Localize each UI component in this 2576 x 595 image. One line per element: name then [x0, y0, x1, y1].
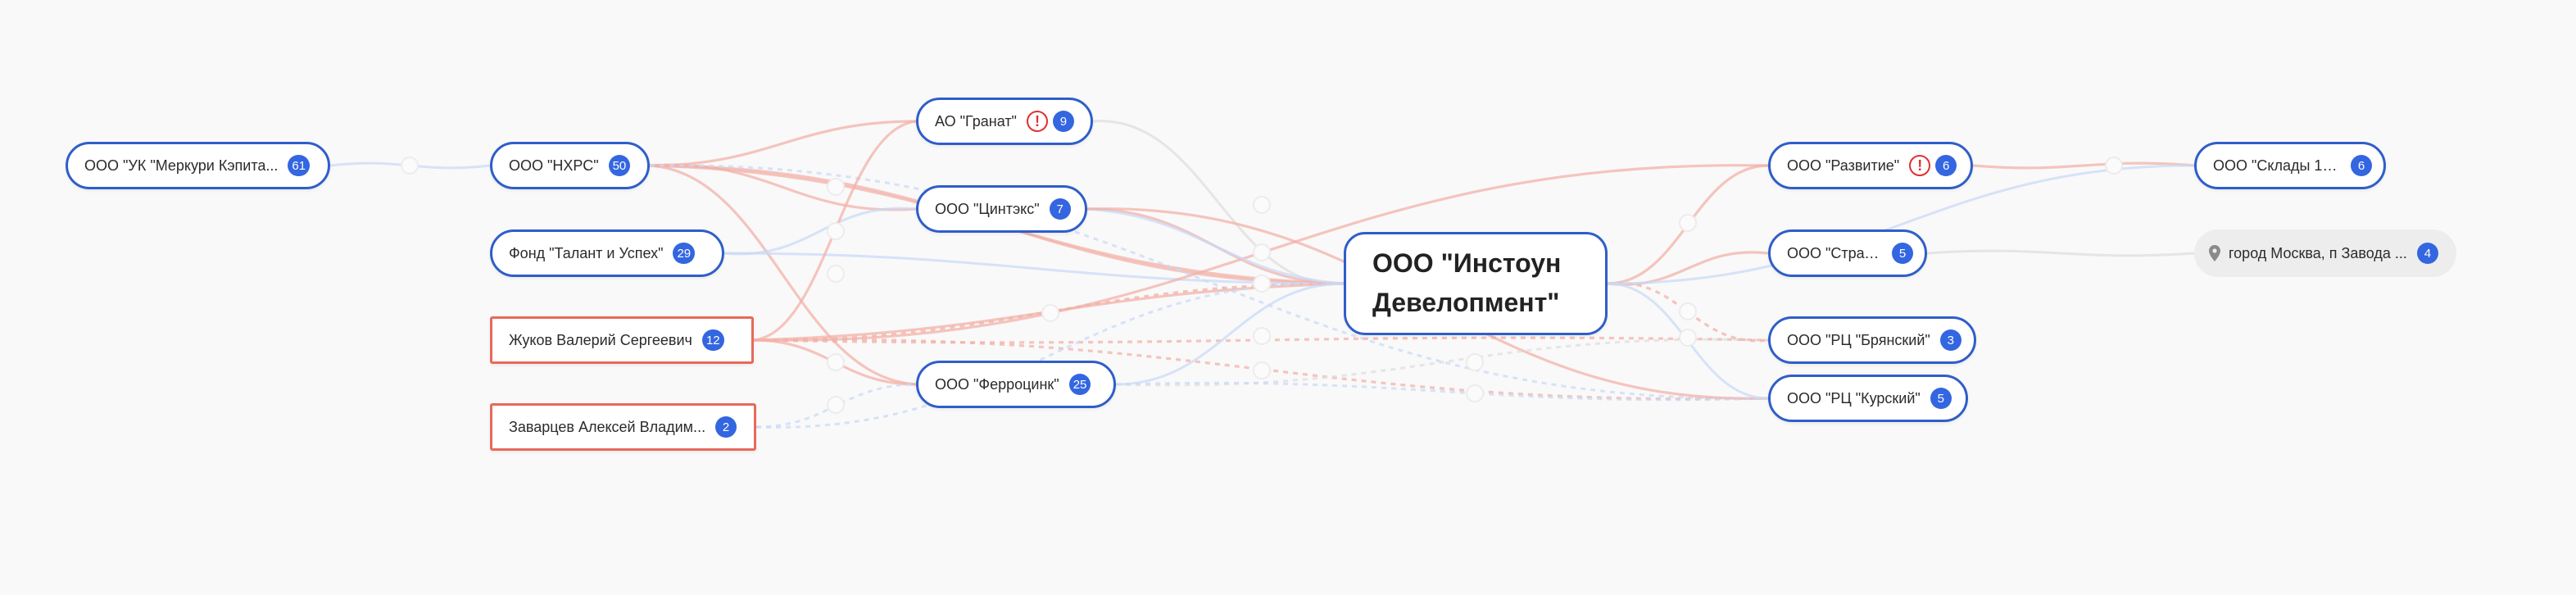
node-center-company[interactable]: ООО "Инстоун Девелопмент"	[1344, 232, 1608, 335]
node-strata[interactable]: ООО "Страта" 5	[1768, 229, 1927, 277]
edge-nhrs-tsintex	[649, 163, 917, 211]
node-address[interactable]: город Москва, п Завода ... 4	[2194, 229, 2456, 277]
edge-connector-icon	[1253, 243, 1271, 261]
count-badge: 5	[1892, 243, 1913, 264]
edge-connector-icon	[827, 353, 845, 371]
node-ferrotsink[interactable]: ООО "Ферроцинк" 25	[916, 361, 1116, 408]
node-label: ООО "Страта"	[1787, 244, 1882, 261]
node-label: ООО "РЦ "Брянский"	[1787, 331, 1930, 348]
edge-connector-icon	[401, 157, 419, 175]
node-granat[interactable]: АО "Гранат" ! 9	[916, 98, 1093, 145]
alert-icon: !	[1909, 155, 1931, 176]
count-badge: 29	[673, 243, 696, 264]
edge-connector-icon	[1679, 329, 1697, 347]
edge-connector-icon	[827, 222, 845, 240]
edge-connector-icon	[1466, 353, 1484, 371]
node-razvitie[interactable]: ООО "Развитие" ! 6	[1768, 142, 1973, 189]
node-fond[interactable]: Фонд "Талант и Успех" 29	[490, 229, 724, 277]
count-badge: 61	[288, 155, 311, 176]
node-sklady[interactable]: ООО "Склады 104" 6	[2194, 142, 2386, 189]
edge-strata-address	[1926, 249, 2195, 257]
node-label: ООО "Развитие"	[1787, 157, 1900, 174]
count-badge: 6	[2351, 155, 2372, 176]
node-label: ООО "Цинтэкс"	[935, 200, 1040, 217]
node-zavartsev[interactable]: Заварцев Алексей Владим... 2	[490, 403, 756, 451]
count-badge: 50	[608, 155, 631, 176]
node-zhukov[interactable]: Жуков Валерий Сергеевич 12	[490, 316, 754, 364]
edge-fond-tsintex	[723, 207, 917, 256]
center-label: ООО "Инстоун Девелопмент"	[1372, 248, 1562, 317]
count-badge: 2	[715, 416, 737, 438]
count-badge: 3	[1939, 329, 1961, 351]
node-label: ООО "РЦ "Курский"	[1787, 389, 1921, 407]
node-label: Фонд "Талант и Успех"	[509, 244, 664, 261]
count-badge: 4	[2416, 243, 2438, 264]
alert-icon: !	[1026, 111, 1048, 132]
node-merkury[interactable]: ООО "УК "Меркури Кэпита... 61	[66, 142, 330, 189]
count-badge: 6	[1935, 155, 1957, 176]
edge-connector-icon	[2105, 157, 2123, 175]
node-label: Жуков Валерий Сергеевич	[509, 331, 692, 348]
count-badge: 7	[1049, 198, 1071, 220]
node-label: ООО "Ферроцинк"	[935, 375, 1059, 393]
node-label: ООО "Склады 104"	[2213, 157, 2341, 174]
node-label: АО "Гранат"	[935, 112, 1017, 129]
edge-nhrs-granat	[649, 120, 917, 167]
edge-connector-icon	[827, 396, 845, 414]
node-label: ООО "УК "Меркури Кэпита...	[84, 157, 279, 174]
node-tsintex[interactable]: ООО "Цинтэкс" 7	[916, 185, 1087, 233]
edge-connector-icon	[1253, 196, 1271, 214]
node-label: ООО "НХРС"	[509, 157, 599, 174]
count-badge: 5	[1930, 388, 1952, 409]
edge-connector-icon	[1679, 214, 1697, 232]
map-pin-icon	[2209, 245, 2220, 261]
edge-connector-icon	[1041, 304, 1059, 322]
edge-connector-icon	[1253, 361, 1271, 379]
count-badge: 12	[701, 329, 724, 351]
node-rc-bryansk[interactable]: ООО "РЦ "Брянский" 3	[1768, 316, 1976, 364]
edge-connector-icon	[1253, 327, 1271, 345]
count-badge: 9	[1052, 111, 1074, 132]
edge-connector-icon	[1253, 275, 1271, 293]
edge-connector-icon	[827, 178, 845, 196]
graph-canvas[interactable]: ООО "УК "Меркури Кэпита... 61 ООО "НХРС"…	[0, 0, 2576, 595]
edge-connector-icon	[1466, 384, 1484, 402]
graph-edges	[329, 120, 2195, 429]
edge-connector-icon	[827, 265, 845, 283]
edge-connector-icon	[1679, 302, 1697, 320]
node-label: город Москва, п Завода ...	[2229, 244, 2407, 261]
count-badge: 25	[1068, 374, 1091, 395]
node-nhrs[interactable]: ООО "НХРС" 50	[490, 142, 650, 189]
node-label: Заварцев Алексей Владим...	[509, 418, 706, 435]
node-rc-kursk[interactable]: ООО "РЦ "Курский" 5	[1768, 375, 1968, 422]
